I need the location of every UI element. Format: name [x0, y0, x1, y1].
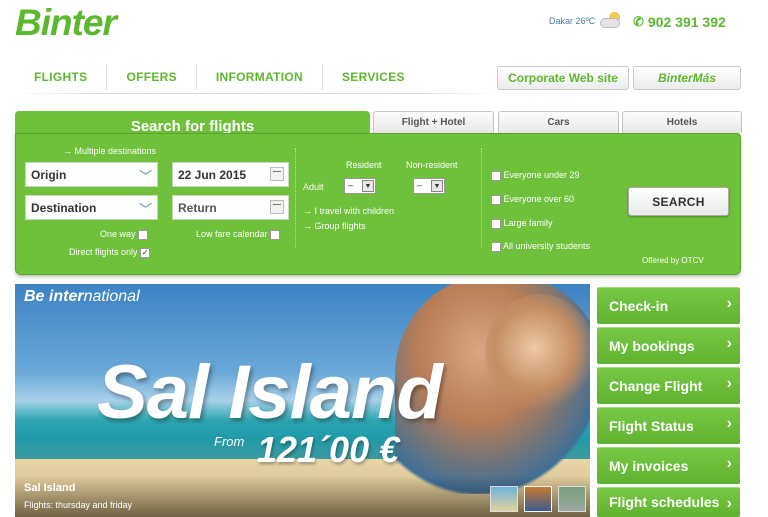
direct-flights-option[interactable]: Direct flights only ✓ — [69, 247, 151, 258]
panel-divider — [295, 148, 296, 248]
chevron-right-icon: › — [726, 455, 732, 472]
adult-resident-select[interactable]: – ▼ — [344, 178, 376, 194]
discount-checkbox[interactable] — [491, 218, 501, 229]
nav-divider — [15, 93, 495, 94]
return-date-placeholder: Return — [178, 201, 217, 215]
bintermas-button[interactable]: BinterMás — [633, 66, 741, 90]
tagline-bold: Be inter — [24, 288, 84, 305]
weather-text: Dakar 26ºC — [549, 16, 596, 26]
lowfare-calendar-label: Low fare calendar — [196, 229, 268, 239]
panel-divider — [481, 148, 482, 248]
banner-caption-subtitle: Flights: thursday and friday — [24, 500, 133, 510]
one-way-label: One way — [100, 229, 136, 239]
corporate-site-button[interactable]: Corporate Web site — [497, 66, 629, 90]
discount-over-60[interactable]: Everyone over 60 — [491, 194, 574, 205]
discount-label: Large family — [503, 218, 553, 228]
banner-thumbnail-3[interactable] — [558, 486, 586, 512]
dropdown-arrow-icon: ▼ — [362, 180, 374, 192]
phone-contact: ✆ 902 391 392 — [633, 14, 726, 30]
tab-flight-hotel[interactable]: Flight + Hotel — [373, 111, 494, 133]
calendar-icon[interactable] — [270, 167, 284, 181]
tab-cars[interactable]: Cars — [498, 111, 619, 133]
tagline-thin: national — [83, 288, 140, 305]
discount-checkbox[interactable] — [491, 170, 501, 181]
departure-date-value: 22 Jun 2015 — [178, 168, 247, 182]
nav-information[interactable]: INFORMATION — [197, 64, 323, 90]
group-flights-link[interactable]: → Group flights — [303, 221, 366, 231]
travel-with-children-link[interactable]: → I travel with children — [303, 206, 394, 216]
discount-checkbox[interactable] — [491, 241, 501, 252]
binter-logo[interactable]: Binter — [15, 2, 117, 44]
discount-university[interactable]: All university students — [491, 241, 590, 252]
one-way-option[interactable]: One way — [100, 229, 149, 240]
one-way-checkbox[interactable] — [138, 229, 149, 240]
lowfare-calendar-checkbox[interactable] — [270, 229, 281, 240]
banner-thumbnail-2[interactable] — [524, 486, 552, 512]
chevron-down-icon: ﹀ — [138, 202, 152, 217]
chevron-right-icon: › — [726, 335, 732, 352]
discount-under-29[interactable]: Everyone under 29 — [491, 170, 580, 181]
chevron-right-icon: › — [726, 375, 732, 392]
side-link-label: My invoices — [609, 457, 689, 474]
nav-flights[interactable]: FLIGHTS — [15, 64, 108, 90]
banner-caption-title: Sal Island — [24, 482, 76, 494]
main-nav: FLIGHTS OFFERS INFORMATION SERVICES — [15, 64, 424, 90]
weather-widget: Dakar 26ºC — [549, 12, 622, 30]
nav-services[interactable]: SERVICES — [323, 64, 424, 90]
chevron-down-icon: ﹀ — [138, 169, 152, 184]
adult-label: Adult — [303, 182, 324, 192]
discount-label: Everyone under 29 — [503, 170, 580, 180]
dropdown-arrow-icon: ▼ — [431, 180, 443, 192]
discount-label: All university students — [503, 241, 591, 251]
side-flight-schedules[interactable]: Flight schedules › — [597, 487, 740, 517]
promo-banner[interactable]: Be international Sal Island From 121´00 … — [15, 284, 590, 517]
discount-large-family[interactable]: Large family — [491, 218, 553, 229]
partly-cloudy-icon — [598, 12, 622, 30]
side-link-label: Flight Status — [609, 417, 694, 434]
phone-number: 902 391 392 — [647, 14, 726, 30]
chevron-right-icon: › — [726, 295, 732, 312]
discount-label: Everyone over 60 — [503, 194, 575, 204]
direct-flights-label: Direct flights only — [69, 247, 138, 257]
offered-by-text: Offered by OTCV — [642, 256, 704, 265]
side-link-label: Change Flight — [609, 377, 703, 394]
direct-flights-checkbox[interactable]: ✓ — [140, 247, 151, 258]
adult-nonresident-value: – — [417, 180, 423, 190]
origin-value: Origin — [31, 168, 67, 182]
banner-from-label: From — [214, 434, 245, 449]
non-resident-header: Non-resident — [406, 160, 458, 170]
resident-header: Resident — [346, 160, 382, 170]
adult-resident-value: – — [348, 180, 354, 190]
banner-price: 121´00 € — [257, 429, 400, 470]
chevron-right-icon: › — [726, 415, 732, 432]
phone-icon: ✆ — [633, 14, 644, 29]
multiple-destinations-link[interactable]: → Multiple destinations — [63, 146, 156, 156]
side-link-label: Flight schedules — [609, 494, 720, 510]
side-my-bookings[interactable]: My bookings › — [597, 327, 740, 364]
side-link-label: Check-in — [609, 297, 669, 314]
destination-select[interactable]: Destination ﹀ — [25, 195, 158, 220]
be-international-tagline: Be international — [24, 288, 140, 306]
banner-thumbnail-1[interactable] — [490, 486, 518, 512]
tab-hotels[interactable]: Hotels — [622, 111, 742, 133]
nav-offers[interactable]: OFFERS — [107, 64, 197, 90]
lowfare-calendar-option[interactable]: Low fare calendar — [196, 229, 281, 240]
flight-search-panel: → Multiple destinations Origin ﹀ Destina… — [15, 133, 741, 275]
departure-date-field[interactable]: 22 Jun 2015 — [172, 162, 289, 187]
adult-nonresident-select[interactable]: – ▼ — [413, 178, 445, 194]
destination-value: Destination — [31, 201, 97, 215]
origin-select[interactable]: Origin ﹀ — [25, 162, 158, 187]
chevron-right-icon: › — [726, 495, 732, 512]
discount-checkbox[interactable] — [491, 194, 501, 205]
banner-title: Sal Island — [97, 350, 443, 435]
side-my-invoices[interactable]: My invoices › — [597, 447, 740, 484]
calendar-icon[interactable] — [270, 200, 284, 214]
side-link-label: My bookings — [609, 337, 695, 354]
return-date-field[interactable]: Return — [172, 195, 289, 220]
side-change-flight[interactable]: Change Flight › — [597, 367, 740, 404]
side-checkin[interactable]: Check-in › — [597, 287, 740, 324]
banner-family-photo-detail — [485, 294, 590, 414]
search-button[interactable]: SEARCH — [628, 187, 729, 216]
side-flight-status[interactable]: Flight Status › — [597, 407, 740, 444]
